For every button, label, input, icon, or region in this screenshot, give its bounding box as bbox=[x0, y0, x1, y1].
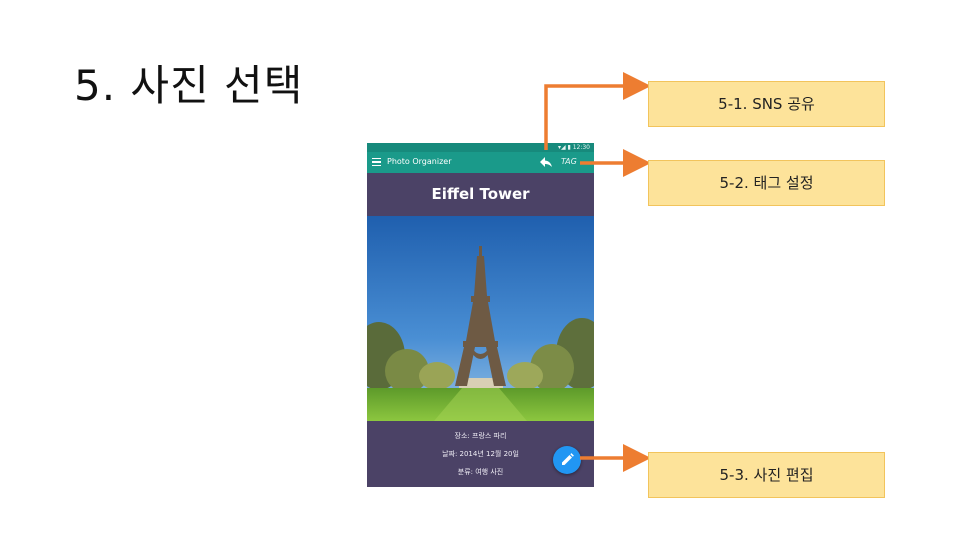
callout-tag-setting: 5-2. 태그 설정 bbox=[648, 160, 885, 206]
callout-photo-edit: 5-3. 사진 편집 bbox=[648, 452, 885, 498]
callout-sns-share: 5-1. SNS 공유 bbox=[648, 81, 885, 127]
